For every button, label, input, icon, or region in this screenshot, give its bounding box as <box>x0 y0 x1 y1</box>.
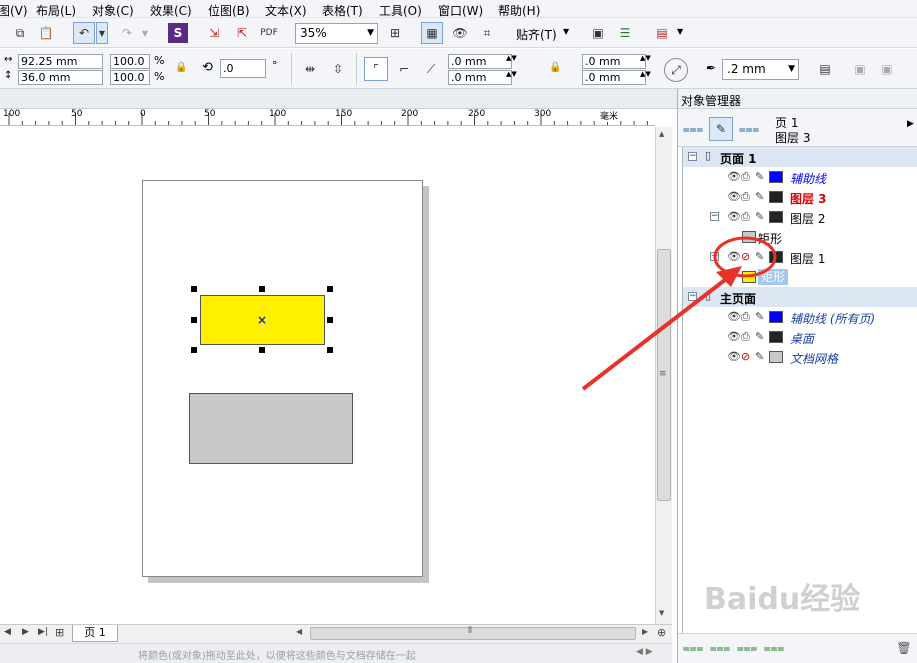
annotation-overlay <box>581 236 777 391</box>
highlight-arrow <box>581 271 736 391</box>
watermark: Baidu经验 <box>704 582 861 617</box>
